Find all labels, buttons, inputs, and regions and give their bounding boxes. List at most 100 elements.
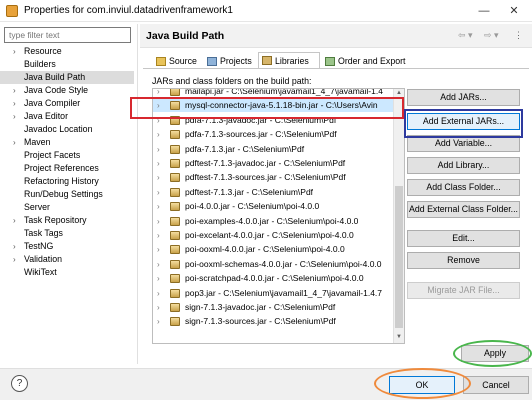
- expand-chevron-icon[interactable]: ›: [157, 186, 160, 199]
- expand-chevron-icon[interactable]: ›: [157, 287, 160, 300]
- nav-item[interactable]: › Java Editor: [0, 110, 134, 123]
- panel-divider[interactable]: [137, 24, 138, 364]
- expand-chevron-icon[interactable]: ›: [157, 301, 160, 314]
- jar-icon: [170, 303, 180, 312]
- nav-item[interactable]: Project References: [0, 162, 134, 175]
- nav-item[interactable]: Builders: [0, 58, 134, 71]
- jar-label: sign-7.1.3-javadoc.jar - C:\Selenium\Pdf: [185, 302, 336, 312]
- source-folder-icon: [156, 57, 166, 66]
- jar-row[interactable]: › sign-7.1.3-javadoc.jar - C:\Selenium\Pd…: [153, 301, 393, 314]
- jar-label: poi-scratchpad-4.0.0.jar - C:\Selenium\p…: [185, 273, 364, 284]
- scroll-thumb[interactable]: [395, 186, 403, 328]
- nav-item[interactable]: › Java Code Style: [0, 84, 134, 97]
- back-arrow-icon[interactable]: ⇦ ▾: [458, 30, 473, 41]
- jar-row[interactable]: › pdfa-7.1.3-sources.jar - C:\Selenium\Pd…: [153, 128, 393, 141]
- nav-item-label: Task Tags: [24, 228, 63, 238]
- jar-row[interactable]: › poi-examples-4.0.0.jar - C:\Selenium\po…: [153, 215, 393, 228]
- jar-row[interactable]: › pdfa-7.1.3.jar - C:\Selenium\Pdf: [153, 143, 393, 156]
- jar-list[interactable]: › sign-7.1.3-sources.jar - C:\Selenium\Pd…: [152, 88, 405, 344]
- jars-list-label: JARs and class folders on the build path…: [152, 76, 312, 86]
- nav-item[interactable]: Refactoring History: [0, 175, 134, 188]
- expand-arrow-icon[interactable]: ›: [13, 84, 16, 97]
- add-library-button[interactable]: Add Library...: [407, 157, 520, 174]
- add-external-class-folder-button[interactable]: Add External Class Folder...: [407, 201, 520, 218]
- nav-item[interactable]: › TestNG: [0, 240, 134, 253]
- nav-tree: › Resource Builders Java Build Path › Java Co…: [0, 45, 135, 345]
- jar-row[interactable]: › sign-7.1.3-sources.jar - C:\Selenium\Pd…: [153, 315, 393, 328]
- nav-item[interactable]: WikiText: [0, 266, 134, 279]
- jar-row[interactable]: › poi-4.0.0.jar - C:\Selenium\poi-4.0.0: [153, 200, 393, 213]
- jar-row[interactable]: › poi-ooxml-schemas-4.0.0.jar - C:\Seleni…: [153, 258, 393, 271]
- jar-icon: [170, 317, 180, 327]
- nav-item[interactable]: Server: [0, 201, 134, 214]
- nav-item[interactable]: Run/Debug Settings: [0, 188, 134, 201]
- expand-chevron-icon[interactable]: ›: [157, 128, 160, 141]
- jar-row[interactable]: › pdftest-7.1.3-javadoc.jar - C:\Selenium…: [153, 157, 393, 170]
- cancel-button[interactable]: Cancel: [463, 376, 529, 394]
- jar-label: poi-excelant-4.0.0.jar - C:\Selenium\poi…: [185, 230, 354, 240]
- title-bar: Properties for com.inviul.datadrivenfram…: [0, 0, 532, 22]
- tab-libraries[interactable]: Libraries: [258, 52, 320, 69]
- expand-chevron-icon[interactable]: ›: [157, 157, 160, 170]
- nav-item[interactable]: › Resource: [0, 45, 134, 58]
- expand-arrow-icon[interactable]: ›: [13, 97, 16, 110]
- expand-arrow-icon[interactable]: ›: [13, 240, 16, 253]
- expand-chevron-icon[interactable]: ›: [157, 143, 160, 156]
- vertical-scrollbar[interactable]: ▲ ▼: [393, 89, 404, 343]
- expand-chevron-icon[interactable]: ›: [157, 171, 160, 184]
- jar-row[interactable]: › pdftest-7.1.3.jar - C:\Selenium\Pdf: [153, 186, 393, 199]
- expand-arrow-icon[interactable]: ›: [13, 214, 16, 227]
- tab-order-and-export[interactable]: Order and Export: [322, 54, 405, 69]
- jar-icon: [170, 173, 180, 183]
- nav-item[interactable]: Project Facets: [0, 149, 134, 162]
- scroll-down-icon[interactable]: ▼: [395, 333, 403, 342]
- expand-chevron-icon[interactable]: ›: [157, 229, 160, 242]
- expand-chevron-icon[interactable]: ›: [157, 315, 160, 328]
- minimize-button[interactable]: —: [470, 2, 498, 20]
- nav-item[interactable]: › Validation: [0, 253, 134, 266]
- expand-chevron-icon[interactable]: ›: [157, 272, 160, 285]
- edit-button[interactable]: Edit...: [407, 230, 520, 247]
- expand-arrow-icon[interactable]: ›: [13, 45, 16, 58]
- expand-arrow-icon[interactable]: ›: [13, 110, 16, 123]
- nav-item-label: Task Repository: [24, 215, 87, 225]
- jar-row[interactable]: › pdftest-7.1.3-sources.jar - C:\Selenium…: [153, 171, 393, 184]
- jar-row[interactable]: › poi-ooxml-4.0.0.jar - C:\Selenium\poi-4…: [153, 243, 393, 256]
- nav-item[interactable]: Task Tags: [0, 227, 134, 240]
- window-title: Properties for com.inviul.datadrivenfram…: [24, 5, 233, 16]
- add-jars-button[interactable]: Add JARs...: [407, 89, 520, 106]
- order-export-icon: [325, 57, 335, 66]
- expand-arrow-icon[interactable]: ›: [13, 253, 16, 266]
- add-class-folder-button[interactable]: Add Class Folder...: [407, 179, 520, 196]
- nav-item[interactable]: Java Build Path: [0, 71, 134, 84]
- view-menu-icon[interactable]: ⋮: [514, 30, 523, 41]
- filter-input[interactable]: [4, 27, 131, 43]
- close-button[interactable]: ✕: [500, 2, 528, 20]
- expand-chevron-icon[interactable]: ›: [157, 200, 160, 213]
- jar-row[interactable]: › poi-scratchpad-4.0.0.jar - C:\Selenium\…: [153, 272, 393, 285]
- help-icon[interactable]: ?: [11, 375, 28, 392]
- nav-item-label: Java Editor: [24, 111, 69, 121]
- jar-row[interactable]: › poi-excelant-4.0.0.jar - C:\Selenium\po…: [153, 229, 393, 242]
- expand-arrow-icon[interactable]: ›: [13, 136, 16, 149]
- nav-item[interactable]: › Task Repository: [0, 214, 134, 227]
- nav-item[interactable]: › Java Compiler: [0, 97, 134, 110]
- jar-icon: [170, 231, 180, 240]
- page-title: Java Build Path: [146, 30, 225, 42]
- expand-chevron-icon[interactable]: ›: [157, 243, 160, 256]
- expand-chevron-icon[interactable]: ›: [157, 215, 160, 228]
- expand-chevron-icon[interactable]: ›: [157, 258, 160, 271]
- jar-row[interactable]: › pop3.jar - C:\Selenium\javamail1_4_7\ja…: [153, 287, 393, 300]
- migrate-jar-button[interactable]: Migrate JAR File...: [407, 282, 520, 299]
- remove-button[interactable]: Remove: [407, 252, 520, 269]
- nav-item[interactable]: › Maven: [0, 136, 134, 149]
- tab-projects[interactable]: Projects: [204, 54, 252, 69]
- nav-item[interactable]: Javadoc Location: [0, 123, 134, 136]
- nav-item-label: Java Code Style: [24, 85, 89, 95]
- forward-arrow-icon[interactable]: ⇨ ▾: [484, 30, 499, 41]
- tab-source[interactable]: Source: [153, 54, 197, 69]
- jar-label: poi-4.0.0.jar - C:\Selenium\poi-4.0.0: [185, 201, 320, 212]
- nav-item-label: Project References: [24, 163, 99, 173]
- nav-item-label: Builders: [24, 59, 56, 69]
- nav-item-label: Refactoring History: [24, 176, 99, 186]
